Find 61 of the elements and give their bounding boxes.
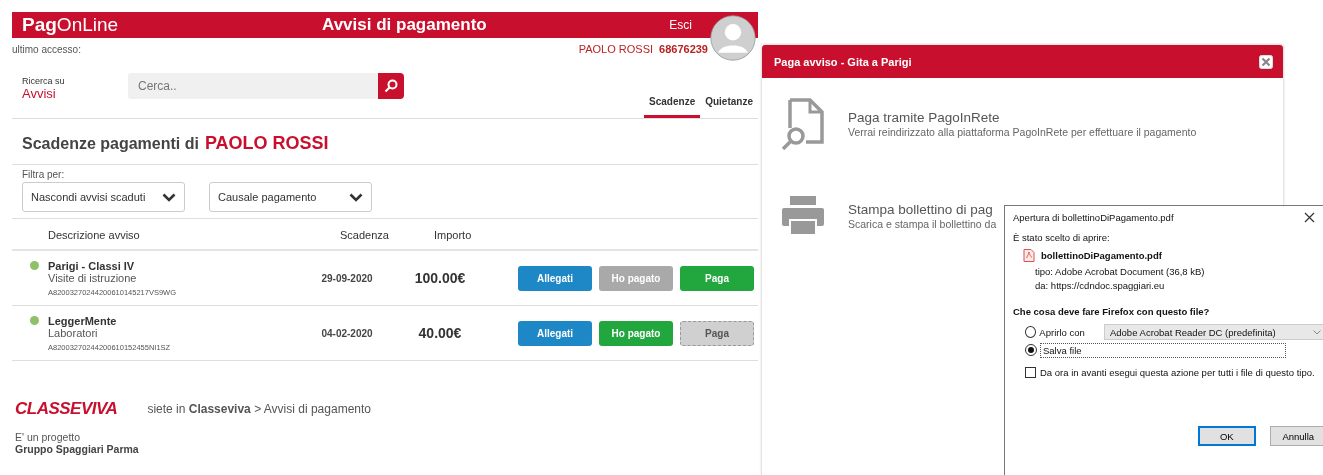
due-date: 04-02-2020 <box>320 327 374 339</box>
logout-link[interactable]: Esci <box>669 18 692 32</box>
tab[interactable]: Quietanze <box>700 96 758 118</box>
application-dropdown[interactable]: Adobe Acrobat Reader DC (predefinita) <box>1103 324 1323 340</box>
due-date: 29-09-2020 <box>320 272 374 284</box>
chevron-down-icon <box>349 192 363 202</box>
dialog-title: Apertura di bollettinoDiPagamento.pdf <box>1013 211 1174 223</box>
radio-label[interactable]: Salva file <box>1040 342 1286 358</box>
printer-icon[interactable] <box>780 196 826 236</box>
breadcrumb: siete in Classeviva > Avvisi di pagamento <box>147 402 371 416</box>
checkbox-label[interactable]: Da ora in avanti esegui questa azione per tutti i file di questo tipo. <box>1040 367 1315 378</box>
amount: 100.00€ <box>413 270 467 286</box>
avatar-icon[interactable] <box>710 15 756 61</box>
document-search-icon[interactable] <box>780 98 826 150</box>
user-code: 68676239 <box>659 43 708 55</box>
dialog-button[interactable]: OK <box>1198 426 1256 446</box>
company-name: Gruppo Spaggiari Parma <box>15 443 140 455</box>
page-title: Avvisi di pagamento <box>322 15 488 35</box>
app-logo: PagOnLine <box>22 14 120 36</box>
pdf-file-icon <box>1023 249 1035 262</box>
filter-dropdown[interactable]: Causale pagamento <box>209 182 372 212</box>
chevron-down-icon <box>1313 329 1321 335</box>
column-header: Importo <box>434 229 473 241</box>
notice-category: Laboratori <box>48 326 98 339</box>
search-field[interactable]: Cerca.. <box>128 73 378 99</box>
option-description: Scarica e stampa il bollettino da <box>848 218 997 230</box>
search-scope[interactable]: Avvisi <box>22 85 128 101</box>
action-button[interactable]: Allegati <box>518 265 592 291</box>
dialog-intro: È stato scelto di aprire: <box>1013 232 1111 243</box>
dialog-button[interactable]: Annulla <box>1269 426 1323 446</box>
file-source: da: https://cdndoc.spaggiari.eu <box>1034 280 1166 291</box>
action-button[interactable]: Allegati <box>518 320 592 346</box>
chevron-down-icon <box>162 192 176 202</box>
classeviva-logo: CLASSEVIVA <box>15 399 118 419</box>
search-icon <box>384 79 398 93</box>
search-label: Ricerca su <box>22 75 66 86</box>
search-button[interactable] <box>378 73 404 99</box>
dialog-question: Che cosa deve fare Firefox con questo file? <box>1013 306 1211 317</box>
file-type: tipo: Adobe Acrobat Document (36,8 kB) <box>1034 266 1206 277</box>
filter-label: Filtra per: <box>22 169 66 180</box>
notice-title: LeggerMente <box>48 314 118 327</box>
filter-dropdown[interactable]: Nascondi avvisi scaduti <box>22 182 185 212</box>
option-title[interactable]: Paga tramite PagoInRete <box>848 110 1197 125</box>
checkbox[interactable] <box>1025 367 1036 378</box>
radio-label[interactable]: Aprirlo con <box>1039 326 1101 338</box>
option-description: Verrai reindirizzato alla piattaforma PagoInRete per effettuare il pagamento <box>848 126 1197 138</box>
notice-title: Parigi - Classi IV <box>48 259 136 272</box>
column-header: Descrizione avviso <box>48 229 141 241</box>
notice-category: Visite di istruzione <box>48 271 138 284</box>
student-name: PAOLO ROSSI <box>204 133 329 154</box>
modal-title: Paga avviso - Gita a Parigi <box>774 55 912 68</box>
amount: 40.00€ <box>417 325 463 341</box>
file-name: bollettinoDiPagamento.pdf <box>1041 250 1162 261</box>
option-title[interactable]: Stampa bollettino di pag <box>848 202 997 217</box>
user-name: PAOLO ROSSI <box>578 43 654 55</box>
section-heading: Scadenze pagamenti di <box>22 135 199 153</box>
column-header: Scadenza <box>340 229 390 241</box>
close-icon[interactable] <box>1304 211 1315 223</box>
last-access-label: ultimo accesso: <box>12 43 81 55</box>
credit-text: E' un progetto <box>15 431 82 443</box>
tab[interactable]: Scadenze <box>644 96 701 118</box>
